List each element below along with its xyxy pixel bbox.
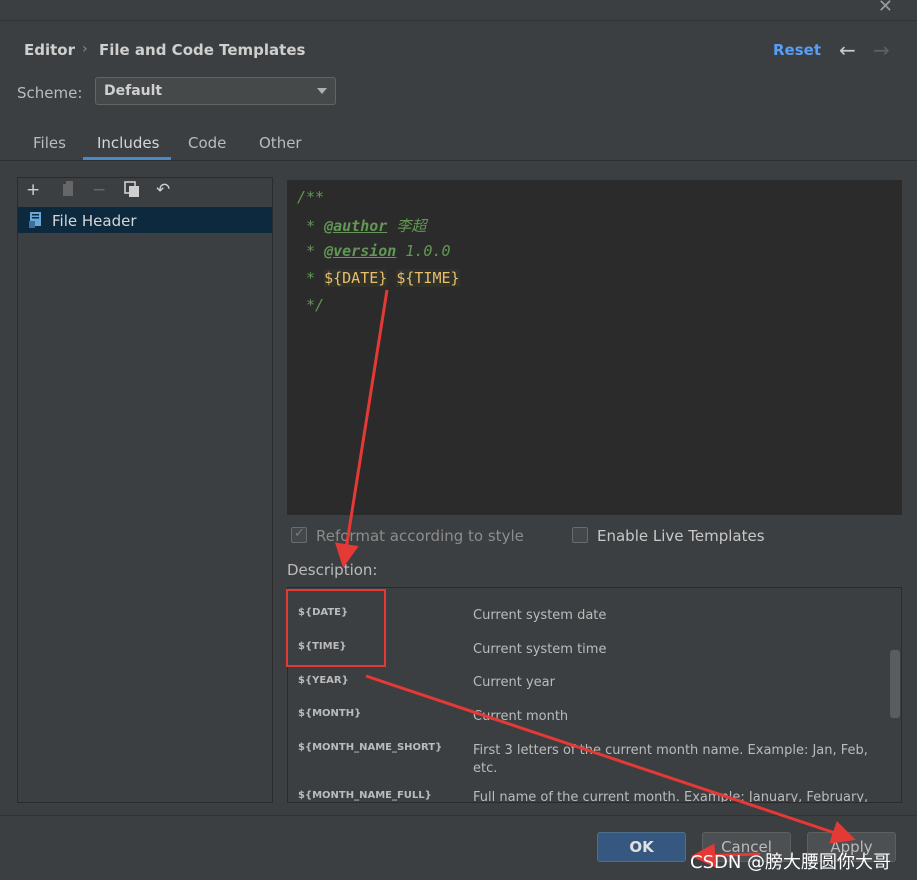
watermark: CSDN @膀大腰圆你大哥	[690, 852, 892, 873]
annotation-arrows	[334, 289, 856, 868]
